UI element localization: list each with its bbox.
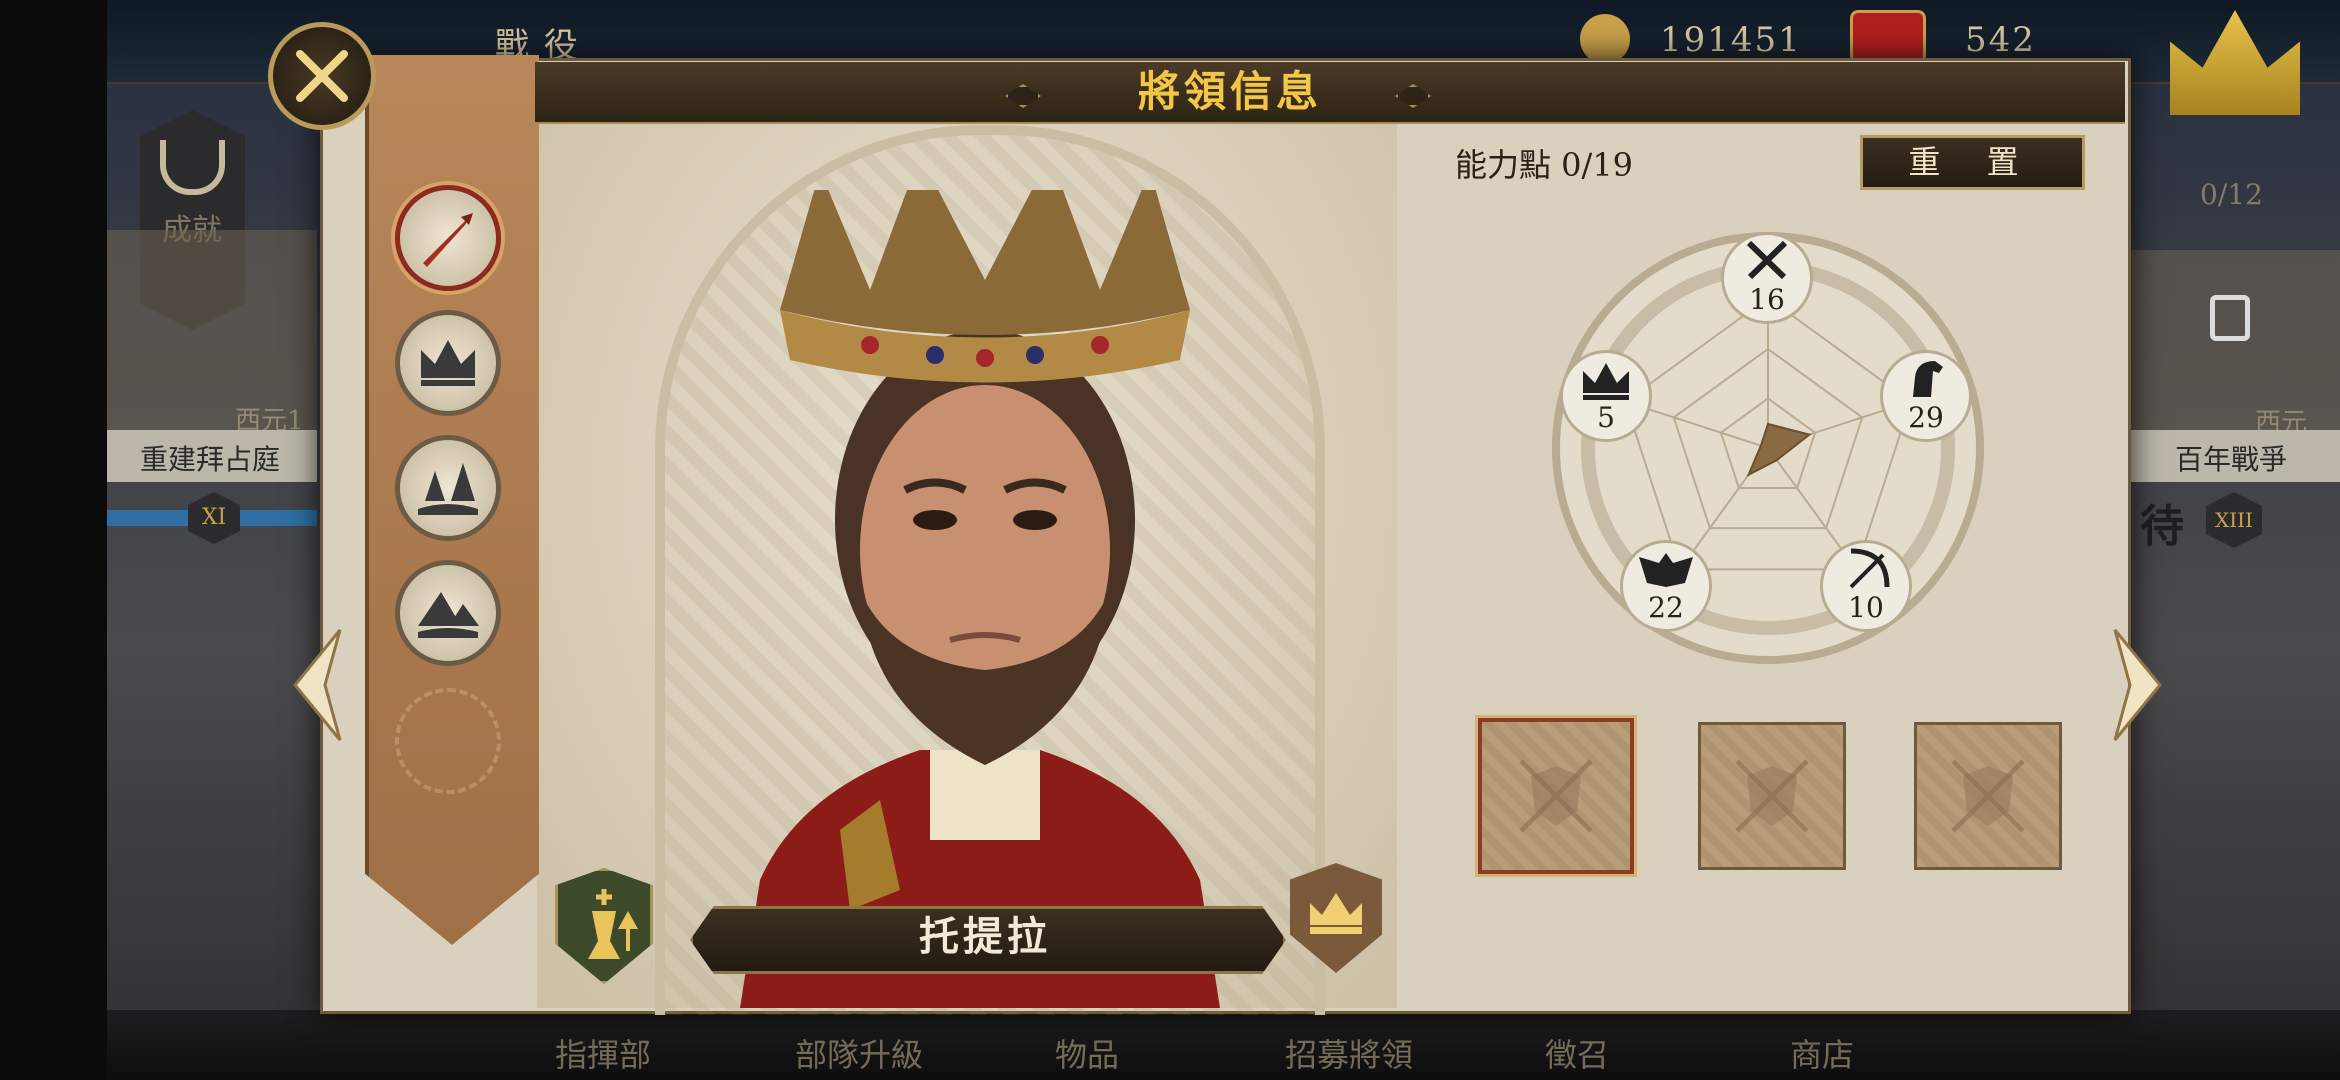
close-button[interactable]: [268, 22, 376, 130]
nav-conscription[interactable]: 徵召: [1545, 1030, 1609, 1076]
panel-title: 將領信息: [1137, 67, 1322, 116]
right-campaign-title: 百年戰爭: [2175, 443, 2288, 476]
stat-node-archery[interactable]: 10: [1820, 540, 1912, 632]
stat-node-command[interactable]: 5: [1560, 350, 1652, 442]
bow-icon: [1849, 548, 1890, 589]
equipment-slot-2[interactable]: [1698, 722, 1846, 870]
crossed-swords-icon: [1746, 240, 1788, 280]
eagle-icon: [1639, 553, 1693, 587]
stat-attack-value: 16: [1749, 283, 1785, 316]
coin-count: 191451: [1660, 20, 1802, 60]
equipment-slot-1[interactable]: [1478, 718, 1634, 874]
ribbon-forest-button[interactable]: [395, 435, 501, 541]
spear-icon: [423, 213, 473, 267]
stat-node-attack[interactable]: 16: [1721, 232, 1813, 324]
stat-node-cavalry[interactable]: 29: [1880, 350, 1972, 442]
stat-node-defense[interactable]: 22: [1620, 540, 1712, 632]
crown-icon: [421, 340, 475, 386]
ribbon-crown-button[interactable]: [395, 310, 501, 416]
locked-slot-icon: [395, 688, 501, 794]
ribbon-spear-button[interactable]: [395, 185, 501, 291]
shield-swords-icon: [1951, 759, 2025, 833]
stat-defense-value: 22: [1648, 591, 1684, 624]
nav-headquarters[interactable]: 指揮部: [555, 1030, 651, 1076]
shield-swords-icon: [1735, 759, 1809, 833]
right-campaign-status: 待: [2140, 501, 2184, 552]
stat-cavalry-value: 29: [1908, 401, 1944, 434]
stat-archery-value: 10: [1848, 591, 1884, 624]
next-general-arrow[interactable]: [2100, 625, 2170, 745]
general-name: 托提拉: [919, 913, 1051, 960]
stat-crown-icon: [1583, 363, 1629, 400]
stat-command-value: 5: [1597, 401, 1615, 434]
lock-icon: [2210, 295, 2250, 341]
reset-button[interactable]: 重 置: [1860, 135, 2085, 190]
forest-icon: [418, 463, 478, 515]
ribbon-mountain-button[interactable]: [395, 560, 501, 666]
nav-recruit-generals[interactable]: 招募將領: [1285, 1030, 1413, 1076]
general-portrait: [740, 190, 1220, 1008]
horse-icon: [1913, 361, 1943, 397]
bottom-nav: [107, 1010, 2340, 1080]
mountain-icon: [418, 592, 479, 638]
coin-icon: [1580, 14, 1630, 64]
shield-swords-icon: [1519, 759, 1593, 833]
nav-items[interactable]: 物品: [1055, 1030, 1119, 1076]
nav-shop[interactable]: 商店: [1790, 1030, 1854, 1076]
right-campaign-progress: 0/12: [2200, 178, 2263, 211]
prev-general-arrow[interactable]: [285, 625, 355, 745]
close-icon: [296, 50, 348, 102]
gem-count: 542: [1965, 20, 2036, 60]
left-campaign-title: 重建拜占庭: [140, 443, 281, 476]
equipment-slot-3[interactable]: [1914, 722, 2062, 870]
nav-unit-upgrade[interactable]: 部隊升級: [795, 1030, 923, 1076]
trophy-icon: [160, 140, 225, 195]
ability-points-label: 能力點 0/19: [1455, 146, 1634, 184]
